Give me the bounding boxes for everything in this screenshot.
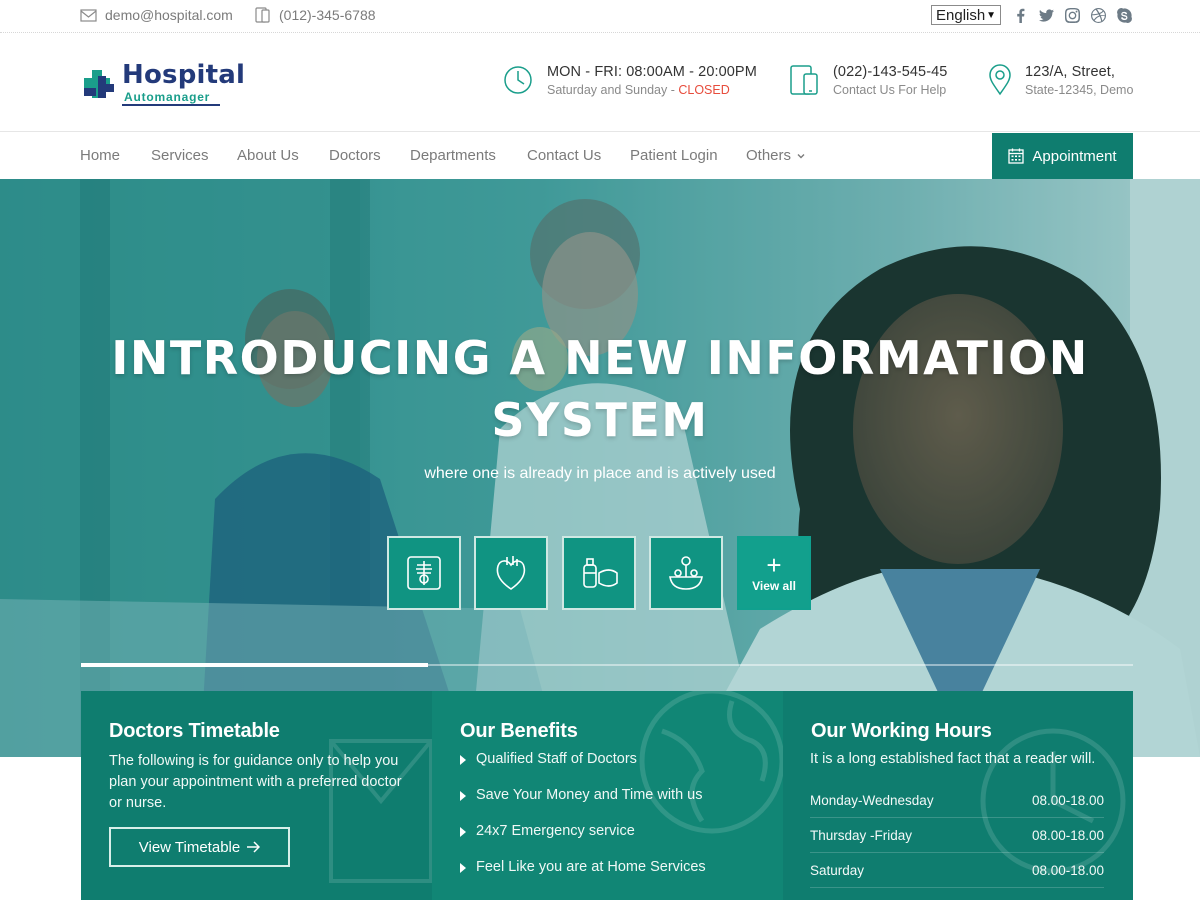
language-select[interactable]: English ▼ bbox=[931, 5, 1001, 25]
site-header: Hospital Automanager MON - FRI: 08:00AM … bbox=[0, 34, 1200, 132]
address-street: 123/A, Street, bbox=[1025, 64, 1116, 80]
chevron-down-icon bbox=[797, 154, 805, 159]
hours-day: Monday-Wednesday bbox=[810, 792, 934, 808]
working-hours-description: It is a long established fact that a rea… bbox=[810, 751, 1096, 767]
instagram-icon[interactable] bbox=[1064, 7, 1080, 23]
language-value: English bbox=[936, 6, 986, 24]
calendar-icon bbox=[1008, 148, 1025, 164]
location-pin-icon bbox=[989, 64, 1011, 96]
caret-right-icon bbox=[460, 791, 466, 801]
doctors-timetable-panel: Doctors Timetable The following is for g… bbox=[81, 691, 432, 900]
slider-progress-fill bbox=[81, 663, 429, 667]
skype-icon[interactable] bbox=[1116, 7, 1132, 23]
service-xray-button[interactable] bbox=[387, 536, 461, 610]
tablet-phone-icon bbox=[790, 65, 818, 95]
hero-title-line2: SYSTEM bbox=[491, 393, 709, 447]
header-address: 123/A, Street, State-12345, Demo bbox=[985, 64, 1133, 97]
hours-time: 08.00-18.00 bbox=[1031, 792, 1104, 808]
hours-day: Saturday bbox=[810, 862, 865, 878]
hours-weekend: Saturday and Sunday - CLOSED bbox=[547, 83, 730, 97]
email-text: demo@hospital.com bbox=[105, 7, 233, 23]
dribbble-icon[interactable] bbox=[1090, 7, 1106, 23]
view-all-label: View all bbox=[752, 579, 796, 593]
main-nav: Home Services About Us Doctors Departmen… bbox=[0, 133, 1200, 179]
hero-subtitle: where one is already in place and is act… bbox=[424, 465, 776, 482]
hours-time: 08.00-18.00 bbox=[1031, 827, 1104, 843]
hours-day: Thursday -Friday bbox=[810, 827, 913, 843]
timetable-title: Doctors Timetable bbox=[109, 720, 280, 742]
nav-patient-login[interactable]: Patient Login bbox=[630, 147, 718, 164]
header-contact[interactable]: (022)-143-545-45 Contact Us For Help bbox=[789, 64, 947, 97]
medical-cross-icon bbox=[84, 70, 114, 98]
working-hours-panel: Our Working Hours It is a long establish… bbox=[783, 691, 1133, 900]
pharmacy-icon bbox=[669, 556, 703, 590]
hours-weekday: MON - FRI: 08:00AM - 20:00PM bbox=[547, 64, 757, 80]
hours-row: Monday-Wednesday 08.00-18.00 bbox=[810, 783, 1104, 818]
address-state: State-12345, Demo bbox=[1025, 83, 1134, 97]
hero-slider[interactable]: INTRODUCING A NEW INFORMATION SYSTEM whe… bbox=[0, 179, 1200, 757]
arrow-right-icon bbox=[247, 841, 261, 853]
site-logo[interactable]: Hospital Automanager bbox=[82, 60, 245, 110]
hours-row: Saturday 08.00-18.00 bbox=[810, 853, 1104, 888]
baby-care-icon bbox=[583, 558, 618, 588]
benefits-title: Our Benefits bbox=[460, 720, 578, 742]
top-bar: demo@hospital.com (012)-345-6788 English… bbox=[0, 0, 1200, 33]
top-phone[interactable]: (012)-345-6788 bbox=[254, 7, 376, 23]
benefit-item: Qualified Staff of Doctors bbox=[460, 751, 706, 787]
twitter-icon[interactable] bbox=[1038, 7, 1054, 23]
our-benefits-panel: Our Benefits Qualified Staff of Doctors … bbox=[432, 691, 783, 900]
nav-departments[interactable]: Departments bbox=[410, 147, 496, 164]
benefit-item: 24x7 Emergency service bbox=[460, 823, 706, 859]
timetable-description: The following is for guidance only to he… bbox=[109, 753, 402, 811]
caret-right-icon bbox=[460, 827, 466, 837]
closed-status: CLOSED bbox=[678, 83, 730, 97]
nav-about-us[interactable]: About Us bbox=[237, 147, 299, 164]
heart-icon bbox=[496, 556, 526, 590]
nav-doctors[interactable]: Doctors bbox=[329, 147, 381, 164]
clock-icon bbox=[504, 66, 532, 94]
phone-text: (012)-345-6788 bbox=[279, 7, 376, 23]
view-timetable-button[interactable]: View Timetable bbox=[109, 827, 290, 867]
top-email[interactable]: demo@hospital.com bbox=[80, 7, 233, 23]
plus-icon: + bbox=[766, 550, 782, 580]
header-hours: MON - FRI: 08:00AM - 20:00PM Saturday an… bbox=[503, 64, 757, 97]
hero-title: INTRODUCING A NEW INFORMATION SYSTEM bbox=[0, 327, 1200, 451]
slider-progress-track bbox=[81, 663, 1133, 667]
benefit-item: Feel Like you are at Home Services bbox=[460, 859, 706, 895]
x-ray-icon bbox=[407, 556, 441, 590]
contact-help: Contact Us For Help bbox=[833, 83, 947, 97]
social-links bbox=[1012, 7, 1132, 23]
service-pharmacy-button[interactable] bbox=[649, 536, 723, 610]
view-all-services-button[interactable]: + View all bbox=[737, 536, 811, 610]
dropdown-arrow-icon: ▼ bbox=[986, 9, 996, 21]
benefits-list: Qualified Staff of Doctors Save Your Mon… bbox=[460, 751, 706, 895]
working-hours-table: Monday-Wednesday 08.00-18.00 Thursday -Fr… bbox=[810, 783, 1104, 888]
contact-phone: (022)-143-545-45 bbox=[833, 64, 948, 80]
nav-home[interactable]: Home bbox=[80, 147, 120, 164]
view-timetable-label: View Timetable bbox=[138, 838, 241, 856]
hours-row: Thursday -Friday 08.00-18.00 bbox=[810, 818, 1104, 853]
logo-word-hospital: Hospital bbox=[122, 60, 246, 90]
hours-time: 08.00-18.00 bbox=[1031, 862, 1104, 878]
nav-others[interactable]: Others bbox=[746, 147, 805, 164]
caret-right-icon bbox=[460, 863, 466, 873]
logo-underline bbox=[122, 104, 220, 106]
nav-services[interactable]: Services bbox=[151, 147, 209, 164]
caret-right-icon bbox=[460, 755, 466, 765]
nav-contact-us[interactable]: Contact Us bbox=[527, 147, 601, 164]
service-babycare-button[interactable] bbox=[562, 536, 636, 610]
appointment-button[interactable]: Appointment bbox=[992, 133, 1133, 179]
logo-word-automanager: Automanager bbox=[124, 90, 211, 104]
appointment-label: Appointment bbox=[1032, 147, 1117, 165]
envelope-icon bbox=[80, 9, 97, 22]
working-hours-title: Our Working Hours bbox=[811, 720, 992, 742]
phone-icon bbox=[255, 7, 270, 23]
facebook-icon[interactable] bbox=[1012, 7, 1028, 23]
nav-others-label: Others bbox=[746, 147, 792, 164]
hero-title-line1: INTRODUCING A NEW INFORMATION bbox=[111, 331, 1089, 385]
benefit-item: Save Your Money and Time with us bbox=[460, 787, 706, 823]
service-cardiology-button[interactable] bbox=[474, 536, 548, 610]
